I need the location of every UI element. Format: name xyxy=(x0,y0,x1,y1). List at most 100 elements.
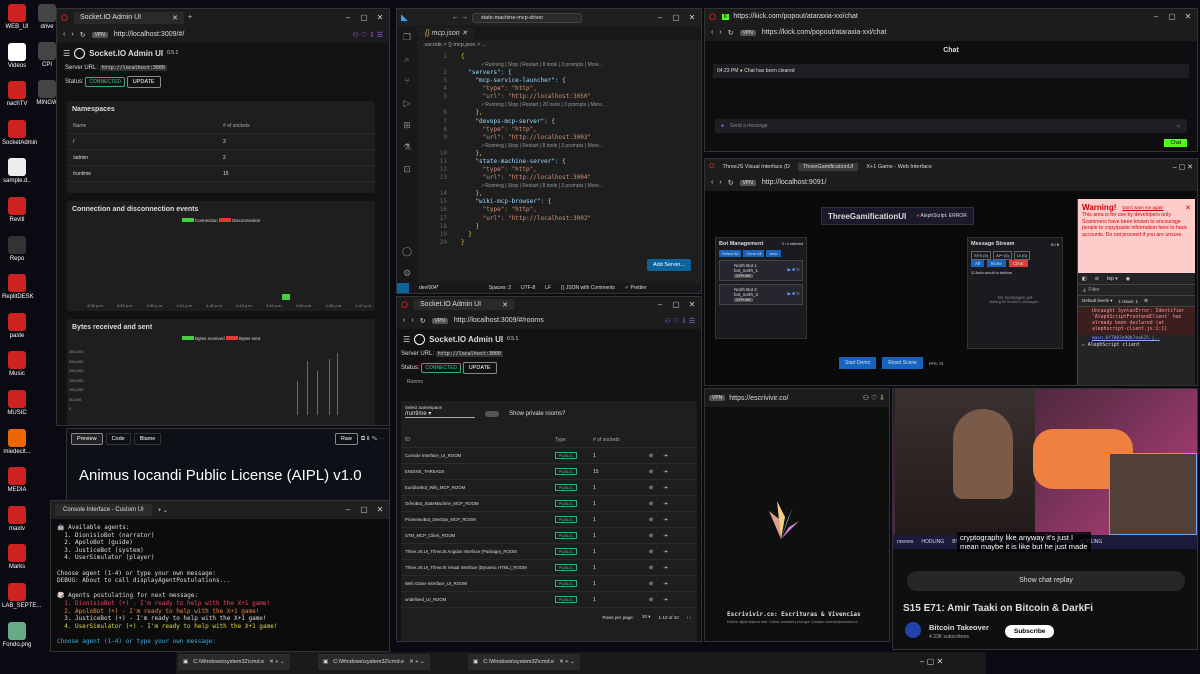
prettier-status[interactable]: ✓ Prettier xyxy=(625,285,647,291)
desktop-icon[interactable]: Music xyxy=(2,351,32,377)
bot-action-button[interactable]: Clear All xyxy=(743,250,765,257)
desktop-icon[interactable]: Repo xyxy=(2,235,32,262)
desktop-icon[interactable]: sample.d.. xyxy=(2,158,32,184)
leave-room-icon[interactable]: ⇥ xyxy=(663,581,667,587)
address-bar[interactable]: https://kick.com/popout/ataraxia-xxi/cha… xyxy=(762,29,887,36)
clear-room-icon[interactable]: ⊘ xyxy=(649,453,653,459)
clear-room-icon[interactable]: ⊘ xyxy=(649,549,653,555)
leave-room-icon[interactable]: ⇥ xyxy=(663,517,667,523)
desktop-icon[interactable]: LAB_SEPTE... xyxy=(2,583,41,609)
vpn-badge[interactable]: VPN xyxy=(739,29,756,36)
back-icon[interactable]: ‹ xyxy=(711,29,713,36)
reload-icon[interactable]: ↻ xyxy=(728,179,734,187)
address-bar[interactable]: http://localhost:3009/#/ xyxy=(114,31,184,38)
desktop-icon[interactable]: ReplitDESK xyxy=(2,274,34,300)
desktop-icon[interactable]: Revitl xyxy=(2,197,32,223)
extensions-icon[interactable]: ⚇ ♡ ⇩ ☰ xyxy=(664,317,695,325)
clear-room-icon[interactable]: ⊘ xyxy=(649,597,653,603)
address-bar[interactable]: https://escrivivir.co/ xyxy=(729,395,788,402)
add-server-button[interactable]: Add Server... xyxy=(647,259,691,271)
search-icon[interactable]: ⌕ xyxy=(397,48,417,70)
chat-send-button[interactable]: Chat xyxy=(1164,139,1187,147)
table-row[interactable]: STM_MCP_Client_ROOM PUBLIC 1 ⊘ ⇥ xyxy=(401,528,697,544)
codelens[interactable]: ✓Running | Stop | Restart | 8 tools | 3 … xyxy=(417,182,701,190)
vpn-badge[interactable]: VPN xyxy=(709,395,726,401)
reload-icon[interactable]: ↻ xyxy=(80,31,86,39)
pagination-arrows-icon[interactable]: ‹ › xyxy=(687,615,691,620)
bot-action-button[interactable]: Select All xyxy=(719,250,742,257)
taskbar-cmd-window[interactable]: ▣ C:\Windows\system32\cmd.e ✕ + ⌄ xyxy=(318,654,430,670)
table-row[interactable]: /runtime 15 xyxy=(67,166,375,182)
close-icon[interactable]: ✕ xyxy=(375,13,385,23)
maximize-icon[interactable]: ▢ xyxy=(359,505,369,515)
table-row[interactable]: Web Game Interface_UI_ROOM PUBLIC 1 ⊘ ⇥ xyxy=(401,576,697,592)
maximize-icon[interactable]: ▢ xyxy=(359,13,369,23)
language-status[interactable]: {} JSON with Comments xyxy=(561,285,615,291)
bot-card[interactable]: North Bot 2 bot_north_2 OFFLINE ▶ ■ ↻ xyxy=(719,284,803,305)
maximize-icon[interactable]: ▢ xyxy=(1167,12,1177,22)
clear-room-icon[interactable]: ⊘ xyxy=(649,581,653,587)
desktop-icon[interactable]: Videos xyxy=(2,42,32,69)
tab-preview[interactable]: Preview xyxy=(71,433,103,445)
leave-room-icon[interactable]: ⇥ xyxy=(663,597,667,603)
vpn-badge[interactable]: VPN xyxy=(431,317,448,324)
private-toggle[interactable] xyxy=(485,411,499,417)
desktop-icon[interactable]: MUSIC xyxy=(2,390,32,416)
forward-icon[interactable]: › xyxy=(719,29,721,36)
update-button[interactable]: UPDATE xyxy=(462,362,497,374)
error-source-link[interactable]: main.6f7002e90b7ea625.j.. xyxy=(1078,335,1195,342)
maximize-icon[interactable]: ▢ xyxy=(671,13,681,23)
extensions-icon[interactable]: ⊞ xyxy=(397,114,417,136)
table-row[interactable]: Three.JS.UI_ThreeJS Angular Interface (P… xyxy=(401,544,697,560)
terminal-tab[interactable]: Console Interface - Custom UI xyxy=(55,504,152,516)
settings-icon[interactable]: ⚙ xyxy=(1144,298,1148,304)
update-button[interactable]: UPDATE xyxy=(126,76,161,88)
reload-icon[interactable]: ↻ xyxy=(728,29,734,37)
close-icon[interactable]: ✕ xyxy=(687,13,697,23)
encoding-status[interactable]: UTF-8 xyxy=(521,285,535,291)
vpn-badge[interactable]: VPN xyxy=(739,179,756,186)
bot-card[interactable]: North Bot 1 bot_north_1 OFFLINE ▶ ■ ↻ xyxy=(719,260,803,281)
run-icon[interactable]: ▷ xyxy=(397,92,417,114)
back-icon[interactable]: ‹ xyxy=(711,179,713,186)
desktop-icon[interactable]: Fondo.png xyxy=(2,621,32,648)
table-row[interactable]: EuridiceBot_Wiki_MCP_ROOM PUBLIC 1 ⊘ ⇥ xyxy=(401,480,697,496)
emoji-icon[interactable]: ☺ xyxy=(1176,123,1181,129)
browser-tab[interactable]: X+1 Game - Web Interface xyxy=(861,163,936,171)
subscribe-button[interactable]: Subscribe xyxy=(1005,625,1055,638)
explorer-icon[interactable]: ❐ xyxy=(397,26,417,48)
raw-button[interactable]: Raw xyxy=(334,433,358,445)
extensions-icon[interactable]: ⚇ ♡ ⇩ ☰ xyxy=(352,31,383,39)
stream-button[interactable]: All xyxy=(971,260,985,267)
channel-avatar[interactable] xyxy=(905,622,921,638)
back-icon[interactable]: ‹ xyxy=(403,317,405,324)
stream-filter-chip[interactable]: UI (0) xyxy=(1013,251,1030,260)
eye-icon[interactable]: ◉ xyxy=(1126,276,1130,282)
forward-icon[interactable]: › xyxy=(71,31,73,38)
close-icon[interactable]: ✕ + ⌄ xyxy=(409,659,425,665)
chat-input[interactable]: ● Send a message ☺ xyxy=(715,119,1187,133)
table-row[interactable]: OrfeoBot_StateMachine_MCP_ROOM PUBLIC 1 ⊘ ⇥ xyxy=(401,496,697,512)
codelens[interactable]: ✓Running | Stop | Restart | 20 tools | 3… xyxy=(417,101,701,109)
forward-icon[interactable]: › xyxy=(411,317,413,324)
window-controls[interactable]: – ▢ ✕ xyxy=(1173,163,1193,171)
desktop-icon[interactable]: SocketAdmin xyxy=(2,119,37,146)
minimize-icon[interactable]: – xyxy=(655,13,665,23)
table-row[interactable]: PrometeoBot_DevOps_MCP_ROOM PUBLIC 1 ⊘ ⇥ xyxy=(401,512,697,528)
minimize-icon[interactable]: – xyxy=(655,300,665,310)
leave-room-icon[interactable]: ⇥ xyxy=(663,485,667,491)
close-icon[interactable]: ✕ xyxy=(687,300,697,310)
code-editor[interactable]: 1{✓Running | Stop | Restart | 8 tools | … xyxy=(417,53,701,247)
close-icon[interactable]: ✕ xyxy=(1183,12,1193,22)
show-chat-replay-button[interactable]: Show chat replay xyxy=(907,571,1185,591)
minimize-icon[interactable]: – xyxy=(343,13,353,23)
minimize-icon[interactable]: – xyxy=(1151,12,1161,22)
clear-room-icon[interactable]: ⊘ xyxy=(649,485,653,491)
nav-arrows-icon[interactable]: ← → xyxy=(452,14,468,21)
command-search[interactable]: state-machine-mcp-driver xyxy=(471,12,582,23)
table-row[interactable]: ENGINE_THREADS PUBLIC 15 ⊘ ⇥ xyxy=(401,464,697,480)
close-icon[interactable]: ✕ xyxy=(1185,204,1191,212)
table-row[interactable]: Three.JS.UI_ThreeJS Visual Interface (Dy… xyxy=(401,560,697,576)
bot-controls-icon[interactable]: ▶ ■ ↻ xyxy=(788,267,800,273)
clear-room-icon[interactable]: ⊘ xyxy=(649,501,653,507)
